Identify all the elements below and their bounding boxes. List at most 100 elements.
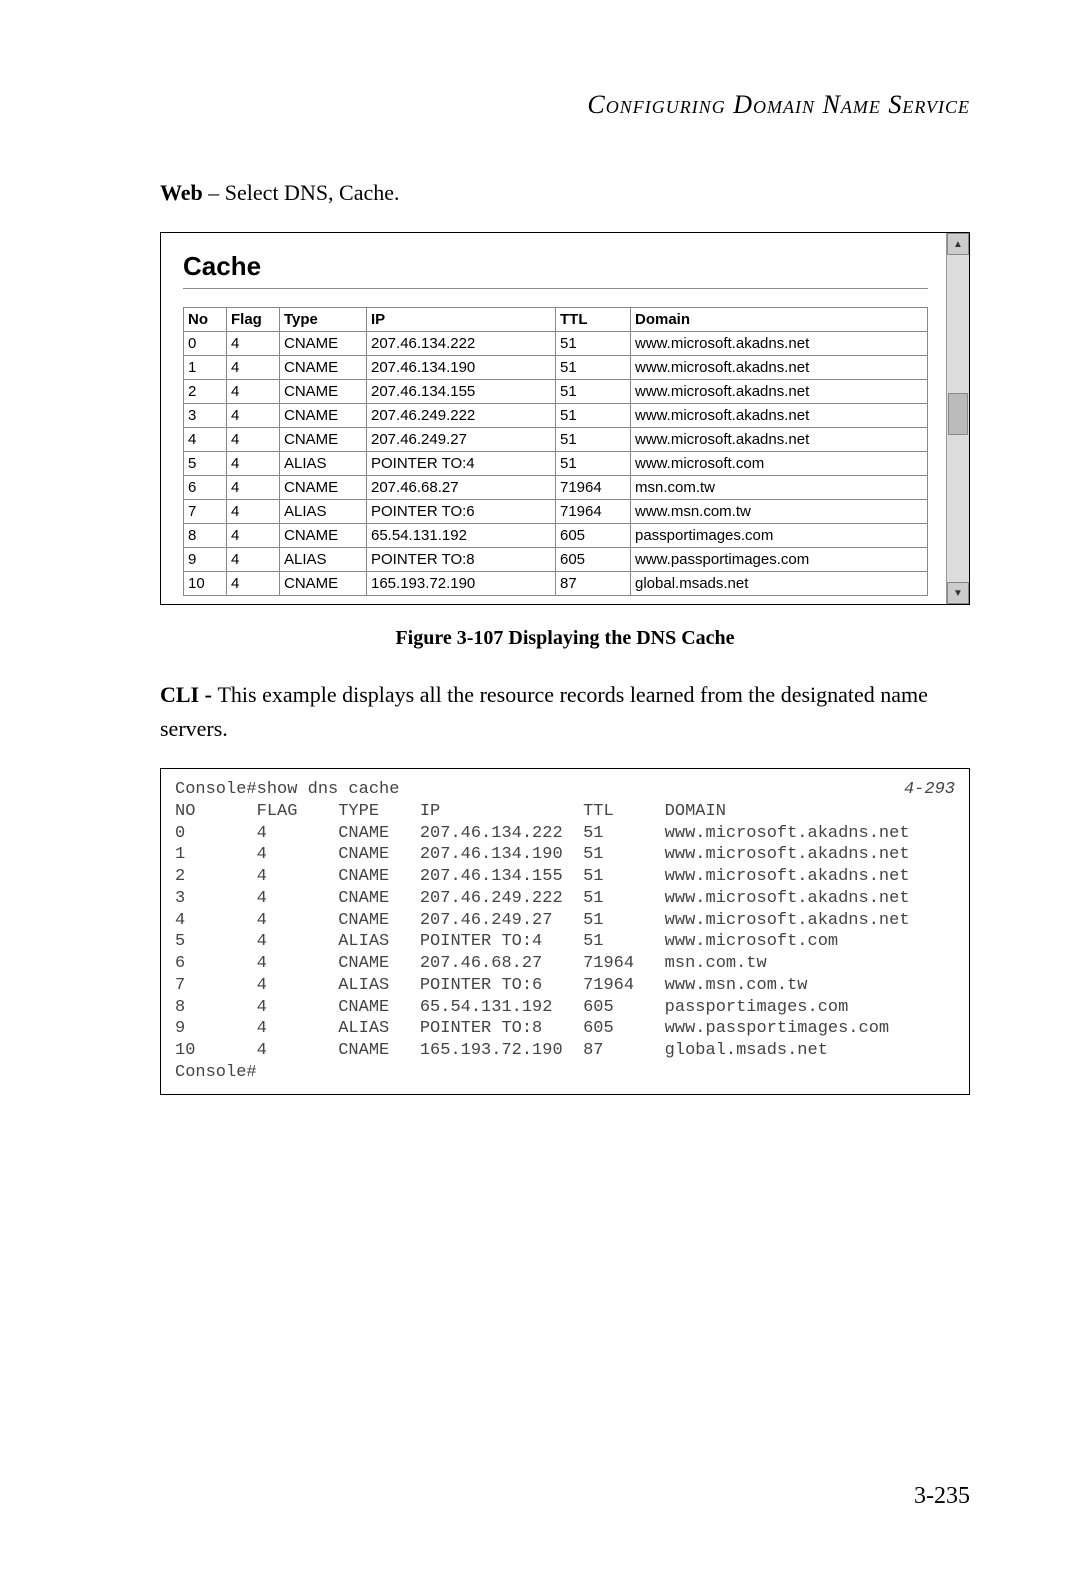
scroll-down-button[interactable]: ▼ — [947, 582, 969, 604]
cell-type: CNAME — [280, 380, 367, 404]
table-row: 84CNAME65.54.131.192605passportimages.co… — [184, 524, 928, 548]
cell-flag: 4 — [227, 572, 280, 596]
scroll-thumb[interactable] — [948, 393, 968, 435]
cli-instruction-rest: This example displays all the resource r… — [160, 682, 928, 741]
cell-ttl: 51 — [556, 452, 631, 476]
cache-panel-title: Cache — [183, 251, 928, 282]
web-instruction: Web – Select DNS, Cache. — [160, 180, 970, 206]
cli-header-row: NO FLAG TYPE IP TTL DOMAIN — [175, 802, 726, 821]
page-header-title: Configuring Domain Name Service — [160, 90, 970, 120]
col-header-domain: Domain — [631, 308, 928, 332]
table-row: 64CNAME207.46.68.2771964msn.com.tw — [184, 476, 928, 500]
cache-screenshot: Cache No Flag Type IP TTL Domain 04CNAME — [160, 232, 970, 605]
table-row: 04CNAME207.46.134.22251www.microsoft.aka… — [184, 332, 928, 356]
cell-type: CNAME — [280, 404, 367, 428]
table-row: 24CNAME207.46.134.15551www.microsoft.aka… — [184, 380, 928, 404]
table-row: 104CNAME165.193.72.19087global.msads.net — [184, 572, 928, 596]
cell-ttl: 51 — [556, 380, 631, 404]
arrow-up-icon: ▲ — [953, 239, 963, 250]
cell-domain: msn.com.tw — [631, 476, 928, 500]
cell-flag: 4 — [227, 452, 280, 476]
cell-ttl: 51 — [556, 332, 631, 356]
col-header-no: No — [184, 308, 227, 332]
cell-ip: 165.193.72.190 — [367, 572, 556, 596]
scroll-up-button[interactable]: ▲ — [947, 233, 969, 255]
table-row: 54ALIASPOINTER TO:451www.microsoft.com — [184, 452, 928, 476]
cli-command: Console#show dns cache — [175, 780, 399, 799]
cell-no: 4 — [184, 428, 227, 452]
cell-ttl: 605 — [556, 524, 631, 548]
cell-flag: 4 — [227, 332, 280, 356]
cell-type: CNAME — [280, 524, 367, 548]
col-header-ip: IP — [367, 308, 556, 332]
cell-ttl: 605 — [556, 548, 631, 572]
table-row: 34CNAME207.46.249.22251www.microsoft.aka… — [184, 404, 928, 428]
col-header-type: Type — [280, 308, 367, 332]
cell-no: 1 — [184, 356, 227, 380]
cell-type: ALIAS — [280, 548, 367, 572]
cell-type: CNAME — [280, 428, 367, 452]
table-row: 44CNAME207.46.249.2751www.microsoft.akad… — [184, 428, 928, 452]
cell-type: CNAME — [280, 476, 367, 500]
cell-ip: 207.46.249.222 — [367, 404, 556, 428]
cell-flag: 4 — [227, 356, 280, 380]
cell-ttl: 71964 — [556, 500, 631, 524]
cell-type: ALIAS — [280, 452, 367, 476]
cell-type: CNAME — [280, 356, 367, 380]
vertical-scrollbar[interactable]: ▲ ▼ — [946, 233, 969, 604]
cell-no: 10 — [184, 572, 227, 596]
cell-ip: 65.54.131.192 — [367, 524, 556, 548]
figure-caption: Figure 3-107 Displaying the DNS Cache — [160, 627, 970, 650]
cell-no: 7 — [184, 500, 227, 524]
cell-no: 0 — [184, 332, 227, 356]
cell-domain: www.microsoft.akadns.net — [631, 404, 928, 428]
cell-flag: 4 — [227, 476, 280, 500]
cli-instruction-prefix: CLI - — [160, 682, 217, 707]
cell-ttl: 87 — [556, 572, 631, 596]
cell-domain: www.microsoft.com — [631, 452, 928, 476]
table-row: 74ALIASPOINTER TO:671964www.msn.com.tw — [184, 500, 928, 524]
cell-no: 2 — [184, 380, 227, 404]
table-row: 14CNAME207.46.134.19051www.microsoft.aka… — [184, 356, 928, 380]
cell-flag: 4 — [227, 548, 280, 572]
cell-flag: 4 — [227, 428, 280, 452]
web-instruction-prefix: Web — [160, 180, 203, 205]
cell-ip: 207.46.134.155 — [367, 380, 556, 404]
cli-reference: 4-293 — [904, 779, 955, 801]
cell-flag: 4 — [227, 404, 280, 428]
cache-separator — [183, 288, 928, 289]
cell-domain: www.msn.com.tw — [631, 500, 928, 524]
col-header-ttl: TTL — [556, 308, 631, 332]
page-number: 3-235 — [914, 1483, 970, 1510]
cell-type: ALIAS — [280, 500, 367, 524]
cell-flag: 4 — [227, 500, 280, 524]
cell-ttl: 71964 — [556, 476, 631, 500]
cell-domain: www.microsoft.akadns.net — [631, 356, 928, 380]
cell-ip: 207.46.134.190 — [367, 356, 556, 380]
web-instruction-rest: – Select DNS, Cache. — [203, 180, 400, 205]
cell-domain: global.msads.net — [631, 572, 928, 596]
col-header-flag: Flag — [227, 308, 280, 332]
table-row: 94ALIASPOINTER TO:8605www.passportimages… — [184, 548, 928, 572]
cell-no: 5 — [184, 452, 227, 476]
dns-cache-table: No Flag Type IP TTL Domain 04CNAME207.46… — [183, 307, 928, 596]
cell-domain: www.passportimages.com — [631, 548, 928, 572]
cell-no: 9 — [184, 548, 227, 572]
cell-ttl: 51 — [556, 356, 631, 380]
cell-domain: www.microsoft.akadns.net — [631, 332, 928, 356]
cell-type: CNAME — [280, 572, 367, 596]
cell-ip: 207.46.134.222 — [367, 332, 556, 356]
cell-ip: 207.46.68.27 — [367, 476, 556, 500]
cell-flag: 4 — [227, 380, 280, 404]
cell-flag: 4 — [227, 524, 280, 548]
cell-no: 3 — [184, 404, 227, 428]
cli-output-box: 4-293 Console#show dns cache NO FLAG TYPE… — [160, 768, 970, 1095]
cell-no: 8 — [184, 524, 227, 548]
cell-ip: POINTER TO:8 — [367, 548, 556, 572]
cell-no: 6 — [184, 476, 227, 500]
cell-domain: passportimages.com — [631, 524, 928, 548]
cell-domain: www.microsoft.akadns.net — [631, 428, 928, 452]
table-header-row: No Flag Type IP TTL Domain — [184, 308, 928, 332]
cell-type: CNAME — [280, 332, 367, 356]
cli-rows: 0 4 CNAME 207.46.134.222 51 www.microsof… — [175, 824, 910, 1061]
